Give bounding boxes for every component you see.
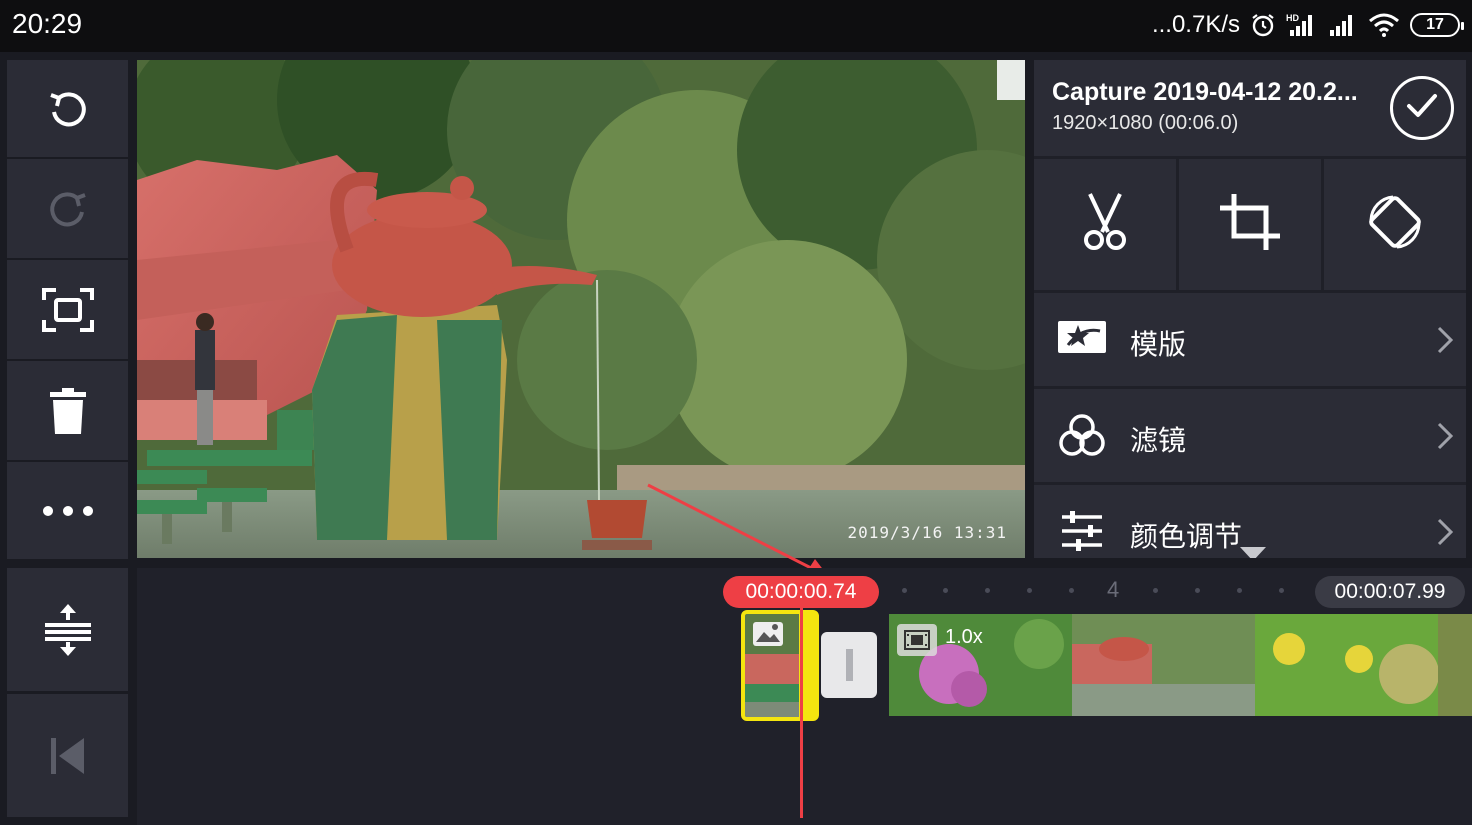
color-adjust-icon bbox=[1056, 509, 1108, 553]
ruler-tick bbox=[943, 588, 948, 593]
align-button[interactable] bbox=[7, 568, 128, 691]
undo-button[interactable] bbox=[7, 60, 128, 157]
selected-image-clip[interactable] bbox=[741, 610, 819, 721]
preview-timestamp: 2019/3/16 13:31 bbox=[847, 523, 1007, 542]
ruler-tick bbox=[1279, 588, 1284, 593]
ruler-tick bbox=[1069, 588, 1074, 593]
clip-title: Capture 2019-04-12 20.2... bbox=[1052, 78, 1358, 106]
clip-thumbnail bbox=[745, 614, 801, 717]
network-speed: ...0.7K/s bbox=[1151, 11, 1240, 38]
clip-info-header: Capture 2019-04-12 20.2... 1920×1080 (00… bbox=[1034, 60, 1466, 156]
status-icons: ...0.7K/s HD 17 bbox=[1151, 8, 1464, 42]
menu-item-filter[interactable]: 滤镜 bbox=[1034, 389, 1466, 482]
crop-button[interactable] bbox=[1179, 159, 1321, 290]
fullscreen-icon bbox=[41, 287, 94, 332]
more-icon bbox=[42, 505, 94, 517]
ruler-tick bbox=[1027, 588, 1032, 593]
skip-to-start-icon bbox=[50, 737, 85, 774]
chevron-right-icon bbox=[1436, 325, 1454, 360]
ruler-tick bbox=[1237, 588, 1242, 593]
svg-text:HD: HD bbox=[1286, 13, 1299, 23]
ruler-tick bbox=[985, 588, 990, 593]
chevron-right-icon bbox=[1436, 421, 1454, 456]
video-clip[interactable]: 1.0x bbox=[889, 614, 1472, 716]
check-icon bbox=[1406, 93, 1438, 124]
template-icon bbox=[1056, 317, 1108, 361]
playhead-line[interactable] bbox=[800, 608, 803, 818]
menu-item-template[interactable]: 模版 bbox=[1034, 293, 1466, 386]
filter-icon bbox=[1056, 413, 1108, 457]
redo-button[interactable] bbox=[7, 159, 128, 258]
film-icon bbox=[897, 624, 937, 656]
video-preview[interactable]: 2019/3/16 13:31 bbox=[137, 60, 1025, 558]
ruler-marker: 4 bbox=[1107, 577, 1120, 602]
undo-icon bbox=[45, 86, 91, 132]
battery-level: 17 bbox=[1426, 16, 1444, 33]
ruler-tick bbox=[902, 588, 907, 593]
clip-meta: 1920×1080 (00:06.0) bbox=[1052, 112, 1239, 134]
transition-icon bbox=[845, 649, 853, 681]
playhead-time: 00:00:00.74 bbox=[723, 576, 879, 608]
total-time: 00:00:07.99 bbox=[1315, 576, 1465, 608]
alarm-icon bbox=[1250, 12, 1276, 38]
redo-icon bbox=[45, 186, 91, 232]
menu-label-filter: 滤镜 bbox=[1130, 425, 1187, 456]
wifi-icon bbox=[1368, 13, 1400, 37]
scroll-down-indicator-icon bbox=[1240, 547, 1266, 558]
skip-to-start-button[interactable] bbox=[7, 694, 128, 817]
menu-label-color-adjust: 颜色调节 bbox=[1130, 521, 1243, 552]
ruler-tick bbox=[1195, 588, 1200, 593]
align-icon bbox=[44, 603, 91, 656]
hd-signal-icon: HD bbox=[1286, 12, 1318, 38]
menu-item-color-adjust[interactable]: 颜色调节 bbox=[1034, 485, 1466, 558]
transition-button[interactable] bbox=[821, 632, 877, 698]
timeline[interactable]: 4 00:00:00.74 00:00:07.99 1.0x bbox=[137, 568, 1472, 825]
done-button[interactable] bbox=[1390, 76, 1454, 140]
trim-button[interactable] bbox=[1034, 159, 1176, 290]
delete-button[interactable] bbox=[7, 361, 128, 460]
clip-edit-panel: Capture 2019-04-12 20.2... 1920×1080 (00… bbox=[1034, 60, 1466, 558]
crop-icon bbox=[1218, 192, 1282, 257]
signal-icon bbox=[1328, 13, 1358, 37]
ruler-tick bbox=[1153, 588, 1158, 593]
fullscreen-button[interactable] bbox=[7, 260, 128, 359]
chevron-right-icon bbox=[1436, 517, 1454, 552]
delete-icon bbox=[49, 387, 86, 434]
rotate-icon bbox=[1363, 190, 1427, 259]
status-time: 20:29 bbox=[12, 8, 83, 39]
preview-frame-image bbox=[137, 60, 1025, 558]
battery-icon: 17 bbox=[1410, 13, 1464, 37]
scissors-icon bbox=[1082, 192, 1128, 257]
clip-speed-label: 1.0x bbox=[945, 626, 983, 648]
menu-label-template: 模版 bbox=[1130, 329, 1187, 360]
status-bar: 20:29 ...0.7K/s HD 17 bbox=[0, 0, 1472, 52]
more-button[interactable] bbox=[7, 462, 128, 559]
rotate-button[interactable] bbox=[1324, 159, 1466, 290]
